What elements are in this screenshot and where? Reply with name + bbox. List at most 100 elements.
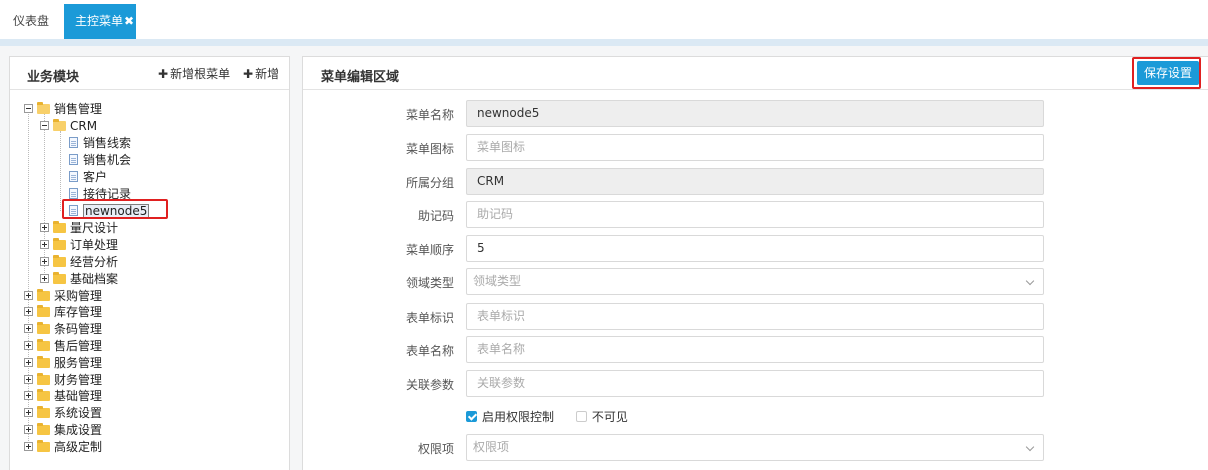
- expand-icon[interactable]: [40, 240, 49, 249]
- checkbox-checked-icon[interactable]: [466, 411, 477, 422]
- params-input[interactable]: 关联参数: [466, 370, 1044, 397]
- expand-icon[interactable]: [24, 391, 33, 400]
- collapse-icon[interactable]: [40, 121, 49, 130]
- tab-dashboard[interactable]: 仪表盘: [0, 4, 62, 39]
- add-root-menu-button[interactable]: ✚ 新增根菜单: [158, 65, 230, 82]
- field-label: 权限项: [417, 442, 454, 456]
- save-button-highlight: [1132, 57, 1201, 89]
- plus-icon: ✚: [243, 67, 254, 81]
- folder-icon: [37, 439, 50, 452]
- add-menu-label: 新增: [255, 67, 280, 81]
- tree-node-integration-settings[interactable]: 集成设置: [24, 422, 102, 439]
- menu-order-input[interactable]: 5: [466, 235, 1044, 262]
- field-label: 表单标识: [405, 311, 454, 325]
- expand-icon[interactable]: [40, 274, 49, 283]
- form-id-input[interactable]: 表单标识: [466, 303, 1044, 330]
- menu-icon-input[interactable]: 菜单图标: [466, 134, 1044, 161]
- expand-icon[interactable]: [24, 358, 33, 367]
- mnemonic-input[interactable]: 助记码: [466, 201, 1044, 228]
- tree-node-barcode[interactable]: 条码管理: [24, 321, 102, 338]
- tree-node-label: 订单处理: [70, 238, 119, 252]
- expand-icon[interactable]: [24, 425, 33, 434]
- expand-icon[interactable]: [24, 307, 33, 316]
- tab-divider: [0, 39, 1208, 46]
- close-icon[interactable]: ✖: [124, 4, 134, 39]
- tree-node-sales[interactable]: 销售管理: [24, 101, 102, 118]
- business-module-header: 业务模块 ✚ 新增根菜单 ✚ 新增: [10, 57, 289, 90]
- tree-node-label: 销售机会: [83, 153, 132, 167]
- tab-main-menu-label: 主控菜单: [75, 14, 124, 28]
- expand-icon[interactable]: [24, 375, 33, 384]
- menu-name-input[interactable]: newnode5: [466, 100, 1044, 127]
- permission-select[interactable]: 权限项: [466, 434, 1044, 461]
- tree-node-crm[interactable]: CRM: [40, 118, 97, 135]
- tree-node-service[interactable]: 服务管理: [24, 355, 102, 372]
- placeholder: 表单标识: [477, 309, 526, 323]
- field-menu-name: 菜单名称 newnode5: [303, 100, 1208, 128]
- field-label: 菜单名称: [405, 108, 454, 122]
- menu-edit-panel: 菜单编辑区域 保存设置 菜单名称 newnode5 菜单图标 菜单图标 所属分组…: [302, 56, 1208, 470]
- expand-icon[interactable]: [24, 324, 33, 333]
- tree-node-label: 客户: [83, 170, 108, 184]
- checkbox-unchecked-icon[interactable]: [575, 411, 587, 422]
- tree-node-label: 集成设置: [54, 423, 103, 437]
- tree-node-label: 销售管理: [54, 102, 103, 116]
- folder-icon: [53, 254, 66, 267]
- field-mnemonic: 助记码 助记码: [303, 201, 1208, 229]
- menu-edit-header: 菜单编辑区域 保存设置: [303, 57, 1208, 90]
- tab-main-menu[interactable]: 主控菜单 ✖: [64, 4, 136, 39]
- tree-node-order-processing[interactable]: 订单处理: [40, 237, 118, 254]
- add-menu-button[interactable]: ✚ 新增: [243, 65, 279, 82]
- plus-icon: ✚: [158, 67, 169, 81]
- folder-open-icon: [37, 101, 50, 114]
- field-domain-type: 领域类型 领域类型: [303, 268, 1208, 296]
- domain-type-select[interactable]: 领域类型: [466, 268, 1044, 295]
- file-icon: [69, 171, 78, 182]
- folder-icon: [37, 355, 50, 368]
- file-icon: [69, 137, 78, 148]
- field-label: 助记码: [417, 209, 454, 223]
- collapse-icon[interactable]: [24, 104, 33, 113]
- tree-node-customers[interactable]: 客户: [69, 169, 107, 186]
- tree-node-leads[interactable]: 销售线索: [69, 135, 131, 152]
- placeholder: 关联参数: [477, 376, 526, 390]
- checkbox-label: 启用权限控制: [482, 410, 555, 424]
- tree-node-basic-management[interactable]: 基础管理: [24, 388, 102, 405]
- tree-node-label: 基础档案: [70, 272, 119, 286]
- tree-node-system-settings[interactable]: 系统设置: [24, 405, 102, 422]
- tree-node-label: 服务管理: [54, 356, 103, 370]
- checkbox-label: 不可见: [591, 410, 628, 424]
- field-form-id: 表单标识 表单标识: [303, 303, 1208, 331]
- expand-icon[interactable]: [40, 257, 49, 266]
- tree-node-label: CRM: [70, 119, 98, 133]
- tree-node-opportunities[interactable]: 销售机会: [69, 152, 131, 169]
- folder-icon: [37, 338, 50, 351]
- tree-node-after-sales[interactable]: 售后管理: [24, 338, 102, 355]
- expand-icon[interactable]: [24, 291, 33, 300]
- expand-icon[interactable]: [24, 341, 33, 350]
- tree-node-business-analysis[interactable]: 经营分析: [40, 254, 118, 271]
- tree-node-label: 经营分析: [70, 255, 119, 269]
- invisible-checkbox[interactable]: 不可见: [575, 410, 628, 424]
- form-name-input[interactable]: 表单名称: [466, 336, 1044, 363]
- folder-icon: [37, 422, 50, 435]
- placeholder: 表单名称: [477, 342, 526, 356]
- tree-node-purchasing[interactable]: 采购管理: [24, 288, 102, 305]
- business-module-panel: 业务模块 ✚新增根菜单 ✚新增 销售管理 CRM 销售线索 销售机会 客户: [9, 56, 290, 470]
- permission-options: 启用权限控制 不可见: [466, 408, 628, 425]
- panel-title: 菜单编辑区域: [321, 70, 400, 85]
- expand-icon[interactable]: [40, 223, 49, 232]
- expand-icon[interactable]: [24, 408, 33, 417]
- expand-icon[interactable]: [24, 442, 33, 451]
- tree-node-finance[interactable]: 财务管理: [24, 372, 102, 389]
- tree-node-label: 采购管理: [54, 289, 103, 303]
- group-input[interactable]: CRM: [466, 168, 1044, 195]
- tree-node-measure-design[interactable]: 量尺设计: [40, 220, 118, 237]
- tree-node-basic-archives[interactable]: 基础档案: [40, 271, 118, 288]
- tree-node-advanced-customization[interactable]: 高级定制: [24, 439, 102, 456]
- field-label: 菜单顺序: [405, 243, 454, 257]
- tree-node-inventory[interactable]: 库存管理: [24, 304, 102, 321]
- folder-icon: [37, 372, 50, 385]
- folder-open-icon: [53, 118, 66, 131]
- enable-permission-checkbox[interactable]: 启用权限控制: [466, 410, 554, 424]
